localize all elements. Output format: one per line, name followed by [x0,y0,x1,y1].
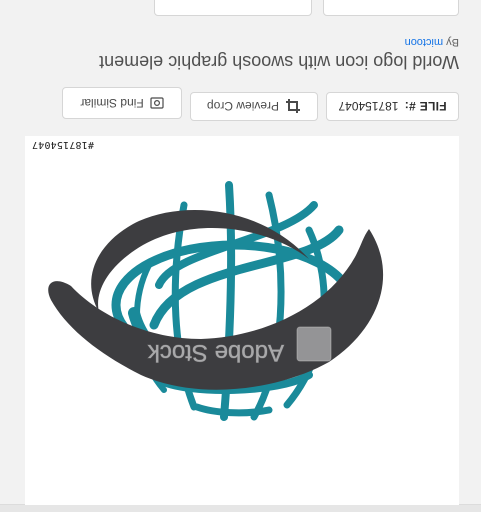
world-logo-image: Adobe Stock [48,181,384,421]
adobe-logo-icon [296,326,332,362]
preview-artwork: Adobe Stock [25,136,459,505]
action-button-partial-right[interactable] [154,0,312,16]
file-number-button[interactable]: FILE #: 187154047 [326,92,459,121]
find-similar-label: Find Similar [80,96,144,110]
divider [0,504,481,512]
preview-crop-label: Preview Crop [206,99,280,114]
asset-title: World logo icon with swoosh graphic elem… [99,52,459,72]
file-number-label: FILE #: [404,99,447,114]
image-id-stamp: #187154047 [31,139,94,150]
file-number-value: 187154047 [338,99,399,114]
action-button-partial-left[interactable] [323,0,459,16]
asset-detail-panel: Adobe Stock #187154047 FILE #: 187154047… [0,0,481,512]
find-similar-button[interactable]: Find Similar [62,87,182,119]
crop-icon [285,99,301,115]
preview-crop-button[interactable]: Preview Crop [190,92,318,121]
watermark-text: Adobe Stock [147,339,284,366]
find-similar-icon [150,97,164,109]
byline-prefix: By [446,36,459,48]
image-preview[interactable]: Adobe Stock #187154047 [25,136,459,505]
author-link[interactable]: mictoon [405,36,444,48]
byline: By mictoon [405,36,459,48]
